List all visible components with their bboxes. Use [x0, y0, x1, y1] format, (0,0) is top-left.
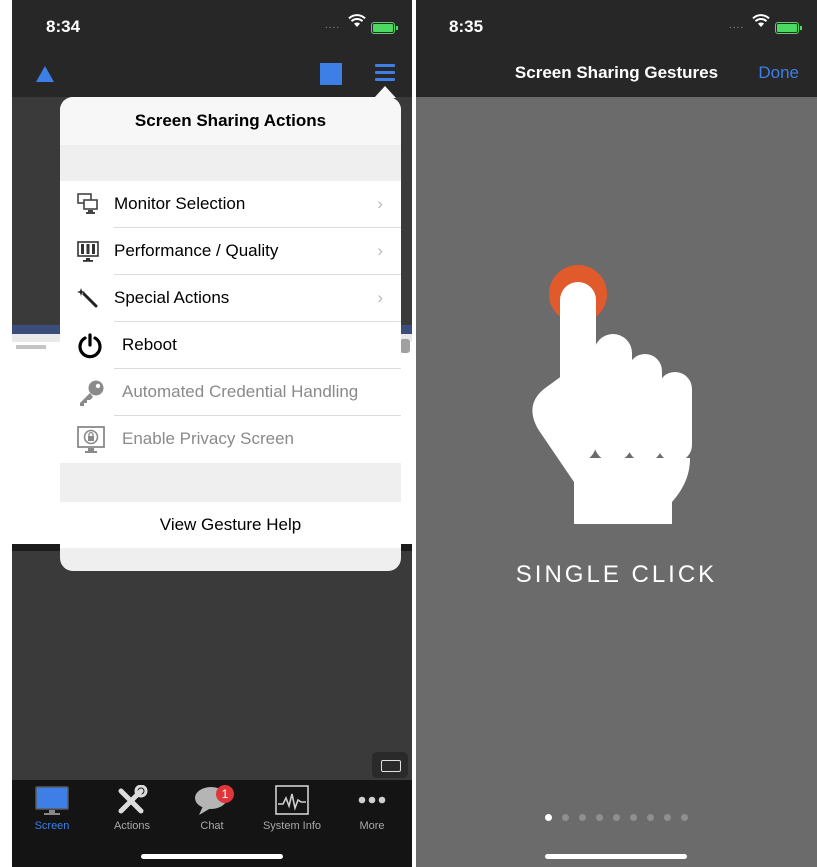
- tab-actions[interactable]: Actions: [92, 780, 172, 840]
- right-screen: 8:35 .... Screen Sharing Gestures Done S…: [416, 0, 817, 867]
- left-screen: 8:34 .... Screen Sharing Actions Monitor…: [12, 0, 412, 867]
- chevron-right-icon: ›: [377, 194, 383, 213]
- magic-wand-icon: [76, 286, 100, 310]
- top-bar: 8:34 ....: [12, 0, 412, 97]
- battery-icon: [775, 22, 802, 34]
- top-bar: 8:35 .... Screen Sharing Gestures Done: [416, 0, 817, 97]
- view-gesture-help-button[interactable]: View Gesture Help: [60, 502, 401, 548]
- status-time: 8:34: [46, 17, 81, 36]
- page-indicator[interactable]: [416, 808, 817, 826]
- tab-label: Chat: [200, 820, 224, 832]
- tab-system-info[interactable]: System Info: [252, 780, 332, 840]
- more-dots-icon: [358, 796, 386, 804]
- gesture-label: SINGLE CLICK: [515, 561, 718, 588]
- chat-badge: 1: [216, 785, 234, 803]
- performance-icon: [76, 239, 100, 263]
- list-item-label: Performance / Quality: [114, 241, 279, 260]
- wifi-icon: [752, 14, 770, 33]
- tab-bar: Screen Actions 1 Chat System Info More: [12, 780, 412, 867]
- single-click-hand-icon: [532, 265, 692, 524]
- privacy-lock-icon: [76, 425, 106, 455]
- tab-label: More: [359, 820, 385, 832]
- stop-sharing-icon[interactable]: [320, 63, 342, 85]
- screen-sharing-actions-popover: Screen Sharing Actions Monitor Selection…: [60, 97, 401, 571]
- menu-icon[interactable]: [375, 64, 395, 82]
- list-item-label: Enable Privacy Screen: [122, 429, 294, 448]
- power-icon: [76, 332, 104, 360]
- tab-label: Screen: [34, 820, 70, 832]
- monitor-icon: [35, 786, 69, 815]
- list-item-label: Special Actions: [114, 288, 230, 307]
- page-title: Screen Sharing Gestures: [514, 63, 719, 82]
- tools-icon: [118, 785, 148, 814]
- list-item-label: Reboot: [122, 335, 177, 354]
- signal-icon: ....: [325, 20, 341, 31]
- status-time: 8:35: [449, 17, 484, 36]
- list-item-reboot[interactable]: Reboot: [60, 322, 401, 369]
- tab-label: Actions: [113, 820, 151, 832]
- tab-label: System Info: [262, 820, 322, 832]
- list-item-enable-privacy-screen[interactable]: Enable Privacy Screen: [60, 416, 401, 463]
- tab-chat[interactable]: 1 Chat: [172, 780, 252, 840]
- list-item-performance-quality[interactable]: Performance / Quality ›: [60, 228, 401, 275]
- home-indicator: [545, 854, 687, 859]
- wifi-icon: [348, 14, 366, 33]
- list-item-monitor-selection[interactable]: Monitor Selection ›: [60, 181, 401, 228]
- chevron-right-icon: ›: [377, 241, 383, 260]
- popover-title: Screen Sharing Actions: [60, 97, 401, 145]
- actions-list: Monitor Selection › Performance / Qualit…: [60, 181, 401, 463]
- chevron-right-icon: ›: [377, 288, 383, 307]
- list-item-special-actions[interactable]: Special Actions ›: [60, 275, 401, 322]
- done-button[interactable]: Done: [758, 63, 799, 83]
- list-item-label: Automated Credential Handling: [122, 382, 359, 401]
- signal-icon: ....: [729, 20, 745, 31]
- list-item-label: Monitor Selection: [114, 194, 246, 213]
- tab-screen[interactable]: Screen: [12, 780, 92, 840]
- system-graph-icon: [275, 785, 309, 815]
- monitor-icon: [76, 192, 100, 216]
- home-indicator: [141, 854, 283, 859]
- list-item-automated-credential-handling[interactable]: Automated Credential Handling: [60, 369, 401, 416]
- key-icon: [76, 378, 106, 408]
- keyboard-icon[interactable]: [372, 752, 408, 778]
- tab-more[interactable]: More: [332, 780, 412, 840]
- scroll-up-icon[interactable]: [36, 66, 54, 82]
- battery-icon: [371, 22, 398, 34]
